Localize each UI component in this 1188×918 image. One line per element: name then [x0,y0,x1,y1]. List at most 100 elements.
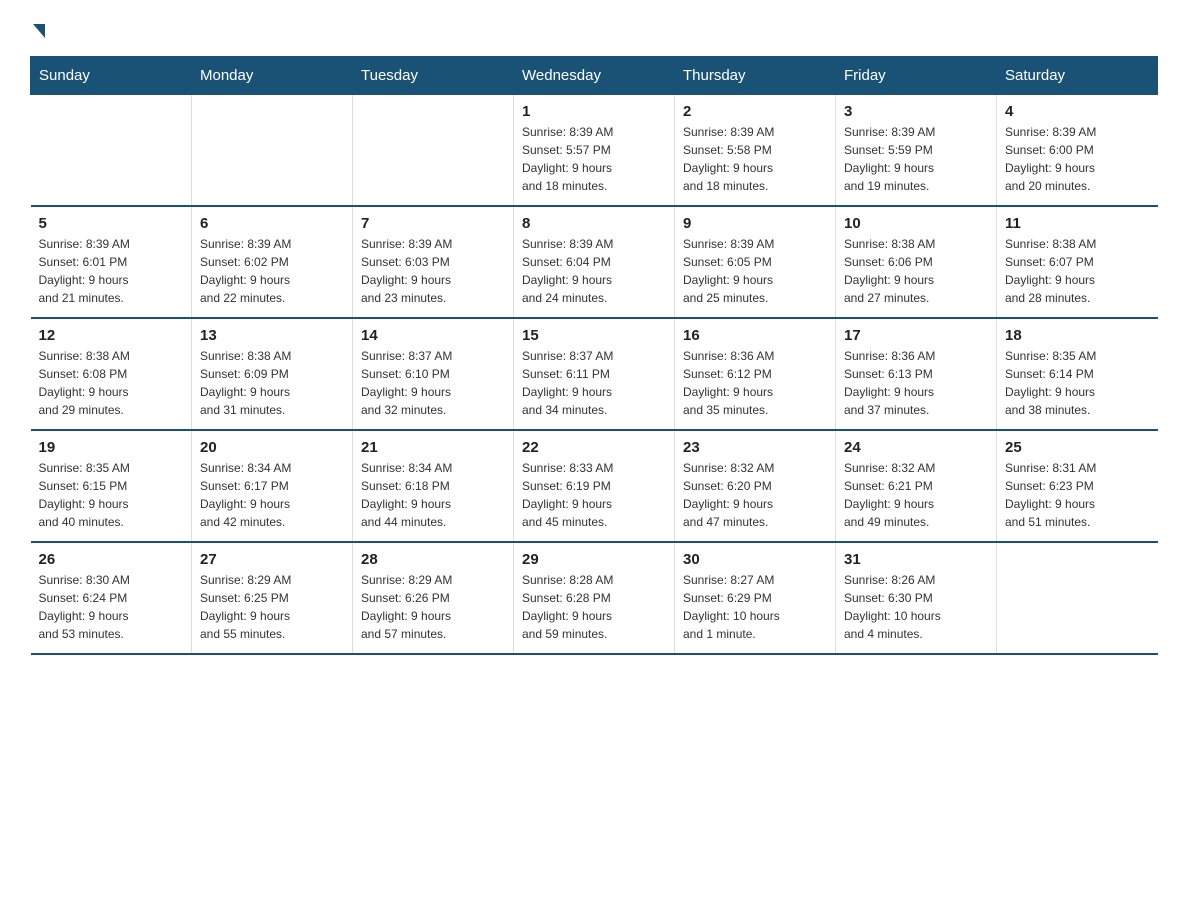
calendar-cell: 7 Sunrise: 8:39 AMSunset: 6:03 PMDaylight… [353,206,514,318]
day-info: Sunrise: 8:35 AMSunset: 6:14 PMDaylight:… [1005,347,1150,419]
calendar-cell: 11 Sunrise: 8:38 AMSunset: 6:07 PMDayligh… [997,206,1158,318]
day-header-monday: Monday [192,57,353,95]
day-info: Sunrise: 8:39 AMSunset: 5:59 PMDaylight:… [844,123,988,195]
calendar-week-row: 1 Sunrise: 8:39 AMSunset: 5:57 PMDaylight… [31,95,1158,207]
day-info: Sunrise: 8:32 AMSunset: 6:20 PMDaylight:… [683,459,827,531]
day-info: Sunrise: 8:33 AMSunset: 6:19 PMDaylight:… [522,459,666,531]
calendar-cell: 12 Sunrise: 8:38 AMSunset: 6:08 PMDayligh… [31,318,192,430]
calendar-cell: 3 Sunrise: 8:39 AMSunset: 5:59 PMDaylight… [836,95,997,207]
day-number: 4 [1005,103,1150,120]
calendar-cell [997,542,1158,654]
day-info: Sunrise: 8:28 AMSunset: 6:28 PMDaylight:… [522,571,666,643]
day-number: 21 [361,439,505,456]
day-number: 3 [844,103,988,120]
calendar-cell [192,95,353,207]
calendar-cell: 1 Sunrise: 8:39 AMSunset: 5:57 PMDaylight… [514,95,675,207]
day-info: Sunrise: 8:38 AMSunset: 6:08 PMDaylight:… [39,347,184,419]
day-info: Sunrise: 8:39 AMSunset: 5:57 PMDaylight:… [522,123,666,195]
calendar-week-row: 19Sunrise: 8:35 AMSunset: 6:15 PMDayligh… [31,430,1158,542]
day-number: 14 [361,327,505,344]
day-info: Sunrise: 8:34 AMSunset: 6:18 PMDaylight:… [361,459,505,531]
day-number: 31 [844,551,988,568]
day-number: 22 [522,439,666,456]
calendar-week-row: 12 Sunrise: 8:38 AMSunset: 6:08 PMDayligh… [31,318,1158,430]
day-number: 29 [522,551,666,568]
day-number: 9 [683,215,827,232]
day-number: 8 [522,215,666,232]
day-number: 15 [522,327,666,344]
day-info: Sunrise: 8:37 AMSunset: 6:11 PMDaylight:… [522,347,666,419]
calendar-week-row: 5 Sunrise: 8:39 AMSunset: 6:01 PMDaylight… [31,206,1158,318]
day-number: 6 [200,215,344,232]
day-info: Sunrise: 8:38 AMSunset: 6:09 PMDaylight:… [200,347,344,419]
day-number: 24 [844,439,988,456]
day-info: Sunrise: 8:31 AMSunset: 6:23 PMDaylight:… [1005,459,1150,531]
calendar-cell: 31 Sunrise: 8:26 AMSunset: 6:30 PMDayligh… [836,542,997,654]
calendar-cell: 25 Sunrise: 8:31 AMSunset: 6:23 PMDayligh… [997,430,1158,542]
calendar-cell [353,95,514,207]
day-header-wednesday: Wednesday [514,57,675,95]
calendar-cell: 30Sunrise: 8:27 AMSunset: 6:29 PMDayligh… [675,542,836,654]
calendar-cell: 28Sunrise: 8:29 AMSunset: 6:26 PMDayligh… [353,542,514,654]
day-number: 13 [200,327,344,344]
day-info: Sunrise: 8:32 AMSunset: 6:21 PMDaylight:… [844,459,988,531]
day-header-tuesday: Tuesday [353,57,514,95]
calendar-cell: 21 Sunrise: 8:34 AMSunset: 6:18 PMDayligh… [353,430,514,542]
day-number: 1 [522,103,666,120]
day-info: Sunrise: 8:34 AMSunset: 6:17 PMDaylight:… [200,459,344,531]
calendar-week-row: 26 Sunrise: 8:30 AMSunset: 6:24 PMDayligh… [31,542,1158,654]
day-info: Sunrise: 8:26 AMSunset: 6:30 PMDaylight:… [844,571,988,643]
day-info: Sunrise: 8:39 AMSunset: 6:01 PMDaylight:… [39,235,184,307]
day-number: 11 [1005,215,1150,232]
day-number: 10 [844,215,988,232]
calendar-cell: 20Sunrise: 8:34 AMSunset: 6:17 PMDayligh… [192,430,353,542]
page-header [30,20,1158,36]
calendar-cell: 22 Sunrise: 8:33 AMSunset: 6:19 PMDayligh… [514,430,675,542]
day-number: 12 [39,327,184,344]
day-info: Sunrise: 8:36 AMSunset: 6:13 PMDaylight:… [844,347,988,419]
day-info: Sunrise: 8:38 AMSunset: 6:06 PMDaylight:… [844,235,988,307]
day-number: 19 [39,439,184,456]
day-header-sunday: Sunday [31,57,192,95]
calendar-cell: 4Sunrise: 8:39 AMSunset: 6:00 PMDaylight… [997,95,1158,207]
day-info: Sunrise: 8:38 AMSunset: 6:07 PMDaylight:… [1005,235,1150,307]
calendar-cell: 2Sunrise: 8:39 AMSunset: 5:58 PMDaylight… [675,95,836,207]
calendar-cell [31,95,192,207]
calendar-cell: 16 Sunrise: 8:36 AMSunset: 6:12 PMDayligh… [675,318,836,430]
calendar-cell: 14 Sunrise: 8:37 AMSunset: 6:10 PMDayligh… [353,318,514,430]
day-info: Sunrise: 8:36 AMSunset: 6:12 PMDaylight:… [683,347,827,419]
day-info: Sunrise: 8:37 AMSunset: 6:10 PMDaylight:… [361,347,505,419]
logo-arrow-icon [33,24,45,38]
calendar-cell: 8Sunrise: 8:39 AMSunset: 6:04 PMDaylight… [514,206,675,318]
calendar-cell: 27 Sunrise: 8:29 AMSunset: 6:25 PMDayligh… [192,542,353,654]
calendar-cell: 15 Sunrise: 8:37 AMSunset: 6:11 PMDayligh… [514,318,675,430]
day-number: 7 [361,215,505,232]
day-number: 30 [683,551,827,568]
calendar-cell: 29 Sunrise: 8:28 AMSunset: 6:28 PMDayligh… [514,542,675,654]
day-header-friday: Friday [836,57,997,95]
day-number: 23 [683,439,827,456]
day-info: Sunrise: 8:39 AMSunset: 6:03 PMDaylight:… [361,235,505,307]
calendar-cell: 17Sunrise: 8:36 AMSunset: 6:13 PMDayligh… [836,318,997,430]
day-info: Sunrise: 8:30 AMSunset: 6:24 PMDaylight:… [39,571,184,643]
calendar-cell: 18Sunrise: 8:35 AMSunset: 6:14 PMDayligh… [997,318,1158,430]
day-info: Sunrise: 8:39 AMSunset: 6:05 PMDaylight:… [683,235,827,307]
day-number: 5 [39,215,184,232]
calendar-cell: 13 Sunrise: 8:38 AMSunset: 6:09 PMDayligh… [192,318,353,430]
calendar-cell: 26 Sunrise: 8:30 AMSunset: 6:24 PMDayligh… [31,542,192,654]
calendar-cell: 23 Sunrise: 8:32 AMSunset: 6:20 PMDayligh… [675,430,836,542]
day-info: Sunrise: 8:39 AMSunset: 6:02 PMDaylight:… [200,235,344,307]
calendar-cell: 10 Sunrise: 8:38 AMSunset: 6:06 PMDayligh… [836,206,997,318]
day-number: 26 [39,551,184,568]
day-number: 16 [683,327,827,344]
day-number: 2 [683,103,827,120]
day-number: 25 [1005,439,1150,456]
day-number: 28 [361,551,505,568]
calendar-cell: 5 Sunrise: 8:39 AMSunset: 6:01 PMDaylight… [31,206,192,318]
day-info: Sunrise: 8:29 AMSunset: 6:25 PMDaylight:… [200,571,344,643]
day-number: 27 [200,551,344,568]
calendar-cell: 19Sunrise: 8:35 AMSunset: 6:15 PMDayligh… [31,430,192,542]
logo [30,20,45,36]
logo-top [30,20,45,38]
day-header-thursday: Thursday [675,57,836,95]
